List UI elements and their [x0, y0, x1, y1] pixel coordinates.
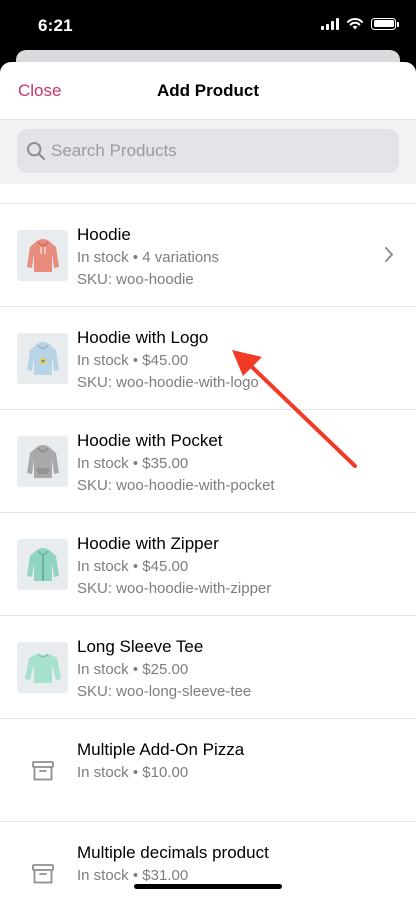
product-thumbnail — [17, 333, 68, 384]
product-name: Hoodie — [77, 225, 131, 244]
meta-separator: • — [132, 558, 139, 575]
product-name: Hoodie with Logo — [77, 328, 209, 347]
search-icon — [25, 140, 47, 162]
status-bar: 6:21 — [0, 0, 416, 50]
product-price: $45.00 — [142, 352, 189, 369]
stock-status: In stock — [77, 867, 129, 884]
pink-hoodie-icon — [26, 238, 59, 272]
product-sku: SKU: woo-long-sleeve-tee — [77, 683, 252, 700]
product-meta: In stock • $25.00 — [77, 659, 251, 681]
product-row-hoodie[interactable]: Hoodie In stock • 4 variations SKU: woo-… — [0, 204, 416, 307]
product-name: Hoodie with Pocket — [77, 431, 223, 450]
product-meta: In stock • $35.00 — [77, 453, 275, 475]
chevron-right-icon — [385, 247, 393, 262]
product-info: Multiple Add-On Pizza In stock • $10.00 — [77, 739, 244, 784]
product-row-hoodie-with-zipper[interactable]: Hoodie with Zipper In stock • $45.00 SKU… — [0, 513, 416, 616]
product-name: Hoodie with Zipper — [77, 534, 219, 553]
stock-status: In stock — [77, 455, 129, 472]
product-price: $35.00 — [142, 455, 189, 472]
meta-separator: • — [132, 867, 139, 884]
archive-box-icon — [31, 760, 54, 780]
product-name: Multiple decimals product — [77, 843, 269, 862]
product-info: Hoodie with Logo In stock • $45.00 SKU: … — [77, 327, 259, 394]
stock-status: In stock — [77, 661, 129, 678]
battery-icon — [371, 17, 399, 30]
product-detail: 4 variations — [142, 249, 220, 266]
navigation-bar: Close Add Product — [0, 62, 416, 120]
search-bar[interactable] — [17, 129, 399, 173]
product-sku: SKU: woo-hoodie-with-logo — [77, 374, 259, 391]
product-name: Multiple Add-On Pizza — [77, 740, 245, 759]
product-sku: SKU: woo-hoodie-with-zipper — [77, 580, 272, 597]
mint-long-sleeve-tee-icon — [24, 652, 61, 683]
meta-separator: • — [132, 661, 139, 678]
product-thumbnail — [17, 745, 68, 796]
meta-separator: • — [132, 455, 139, 472]
cellular-signal-icon — [321, 17, 339, 30]
product-price: $45.00 — [142, 558, 189, 575]
product-meta: In stock • 4 variations — [77, 247, 219, 269]
wifi-icon — [347, 18, 363, 30]
status-time: 6:21 — [38, 16, 73, 35]
product-thumbnail — [17, 848, 68, 899]
product-row-hoodie-with-logo[interactable]: Hoodie with Logo In stock • $45.00 SKU: … — [0, 307, 416, 410]
product-sku: SKU: woo-hoodie-with-pocket — [77, 477, 275, 494]
add-product-sheet: Close Add Product Search Products Hoodie… — [0, 62, 416, 900]
product-thumbnail — [17, 642, 68, 693]
product-thumbnail — [17, 539, 68, 590]
product-row-hoodie-with-pocket[interactable]: Hoodie with Pocket In stock • $35.00 SKU… — [0, 410, 416, 513]
product-thumbnail — [17, 230, 68, 281]
product-info: Hoodie In stock • 4 variations SKU: woo-… — [77, 224, 219, 291]
product-price: $25.00 — [142, 661, 189, 678]
meta-separator: • — [132, 764, 139, 781]
product-info: Multiple decimals product In stock • $31… — [77, 842, 269, 887]
product-row-long-sleeve-tee[interactable]: Long Sleeve Tee In stock • $25.00 SKU: w… — [0, 616, 416, 719]
search-area — [0, 120, 416, 184]
search-input[interactable] — [51, 141, 351, 161]
meta-separator: • — [132, 352, 139, 369]
gray-hoodie-icon — [26, 444, 59, 478]
stock-status: In stock — [77, 249, 129, 266]
stock-status: In stock — [77, 764, 129, 781]
product-info: Hoodie with Zipper In stock • $45.00 SKU… — [77, 533, 271, 600]
status-icons — [321, 17, 399, 30]
stock-status: In stock — [77, 352, 129, 369]
stock-status: In stock — [77, 558, 129, 575]
blue-logo-hoodie-icon — [26, 341, 59, 375]
product-list: Hoodie In stock • 4 variations SKU: woo-… — [0, 204, 416, 900]
page-title: Add Product — [157, 81, 259, 100]
product-sku: SKU: woo-hoodie — [77, 271, 194, 288]
home-indicator — [134, 884, 282, 889]
list-top-separator — [0, 184, 416, 204]
product-thumbnail — [17, 436, 68, 487]
product-meta: In stock • $10.00 — [77, 762, 244, 784]
meta-separator: • — [132, 249, 139, 266]
product-name: Long Sleeve Tee — [77, 637, 204, 656]
product-info: Hoodie with Pocket In stock • $35.00 SKU… — [77, 430, 275, 497]
product-price: $31.00 — [142, 867, 189, 884]
product-info: Long Sleeve Tee In stock • $25.00 SKU: w… — [77, 636, 251, 703]
product-row-multiple-add-on-pizza[interactable]: Multiple Add-On Pizza In stock • $10.00 — [0, 719, 416, 822]
product-price: $10.00 — [142, 764, 189, 781]
mint-zip-hoodie-icon — [26, 547, 59, 581]
archive-box-icon — [31, 863, 54, 883]
product-meta: In stock • $45.00 — [77, 350, 259, 372]
product-meta: In stock • $45.00 — [77, 556, 271, 578]
